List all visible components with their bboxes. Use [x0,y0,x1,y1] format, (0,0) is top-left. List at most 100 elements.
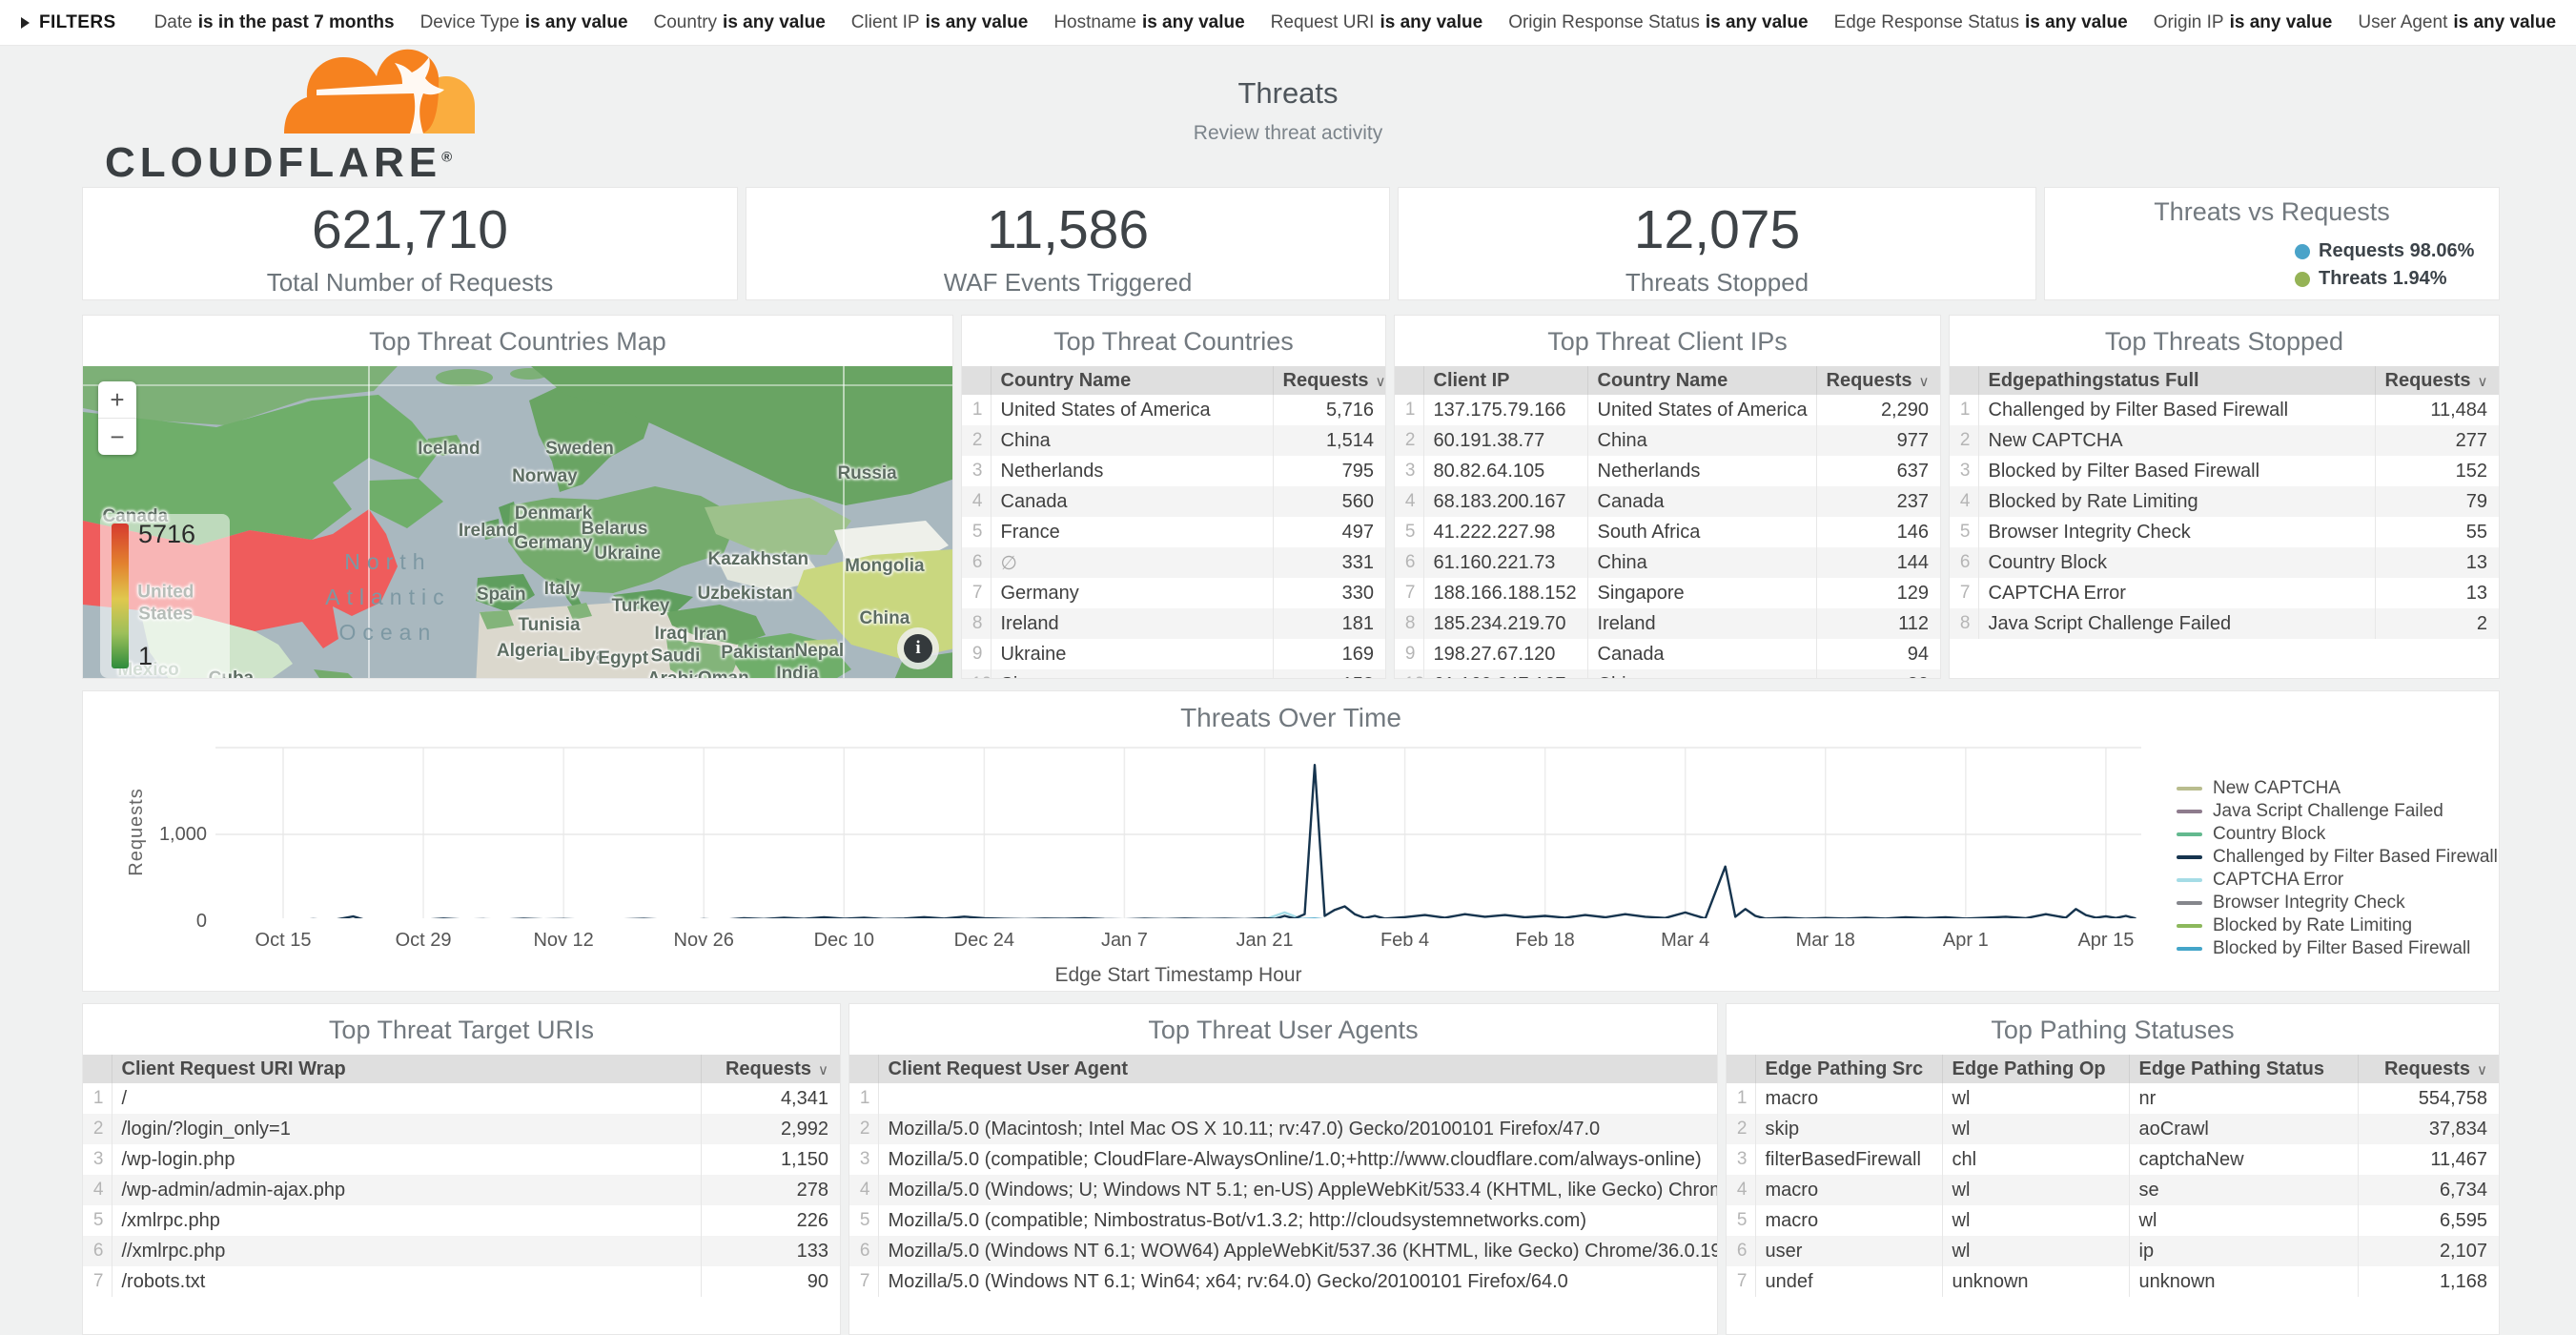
chart-legend-item[interactable]: Blocked by Rate Limiting [2177,914,2498,937]
legend-item-threats[interactable]: Threats 1.94% [2295,265,2499,293]
table-row[interactable]: 7undefunknownunknown1,168 [1727,1266,2500,1297]
table-row[interactable]: 1 [849,1083,1718,1114]
line-chart-plot[interactable] [215,745,2141,918]
table-row[interactable]: 3Blocked by Filter Based Firewall152 [1950,456,2500,486]
legend-min: 1 [138,642,153,671]
threats-dot-icon [2295,272,2310,287]
table-row[interactable]: 380.82.64.105Netherlands637 [1395,456,1941,486]
table-row[interactable]: 1061.160.247.127China82 [1395,669,1941,679]
filter-item[interactable]: Request URIis any value [1271,12,1483,33]
filter-item[interactable]: Origin IPis any value [2154,12,2333,33]
table-row[interactable]: 5Mozilla/5.0 (compatible; Nimbostratus-B… [849,1205,1718,1236]
map-info-button[interactable]: i [897,627,939,669]
chart-legend-item[interactable]: Blocked by Filter Based Firewall [2177,937,2498,960]
table-row[interactable]: 3Netherlands795 [962,456,1386,486]
table-row[interactable]: 5macrowlwl6,595 [1727,1205,2500,1236]
chart-legend-item[interactable]: Browser Integrity Check [2177,892,2498,914]
column-header[interactable]: Edge Pathing Status [2129,1055,2358,1083]
chart-legend-item[interactable]: CAPTCHA Error [2177,869,2498,892]
table-row[interactable]: 541.222.227.98South Africa146 [1395,517,1941,547]
column-header[interactable]: Edge Pathing Op [1942,1055,2129,1083]
table-row[interactable]: 3filterBasedFirewallchlcaptchaNew11,467 [1727,1144,2500,1175]
stat-tile-waf-events[interactable]: 11,586 WAF Events Triggered [746,187,1390,300]
table-row[interactable]: 7/robots.txt90 [83,1266,841,1297]
table-row[interactable]: 5France497 [962,517,1386,547]
table-row[interactable]: 9198.27.67.120Canada94 [1395,639,1941,669]
table-row[interactable]: 7Germany330 [962,578,1386,608]
zoom-in-button[interactable]: + [98,381,136,418]
table-row[interactable]: 8Java Script Challenge Failed2 [1950,608,2500,639]
filters-toggle[interactable]: FILTERS [21,12,116,33]
table-row[interactable]: 4Blocked by Rate Limiting79 [1950,486,2500,517]
filter-item[interactable]: Client IPis any value [851,12,1029,33]
world-map[interactable]: CanadaUnited StatesMexicoCubaIcelandIrel… [83,366,953,679]
table-row[interactable]: 6Mozilla/5.0 (Windows NT 6.1; WOW64) App… [849,1236,1718,1266]
filter-item[interactable]: Hostnameis any value [1053,12,1244,33]
legend-line-icon [2177,947,2202,951]
filter-item[interactable]: Device Typeis any value [420,12,628,33]
table-row[interactable]: 7188.166.188.152Singapore129 [1395,578,1941,608]
chart-legend-item[interactable]: Java Script Challenge Failed [2177,800,2498,823]
table-row[interactable]: 2Mozilla/5.0 (Macintosh; Intel Mac OS X … [849,1114,1718,1144]
column-header[interactable]: Client Request User Agent [878,1055,1718,1083]
table-row[interactable]: 6∅331 [962,547,1386,578]
table-row[interactable]: 1Challenged by Filter Based Firewall11,4… [1950,395,2500,425]
table-row[interactable]: 8185.234.219.70Ireland112 [1395,608,1941,639]
table-row[interactable]: 6//xmlrpc.php133 [83,1236,841,1266]
table-row[interactable]: 3/wp-login.php1,150 [83,1144,841,1175]
column-header[interactable]: Client Request URI Wrap [112,1055,701,1083]
table-row[interactable]: 1/4,341 [83,1083,841,1114]
legend-item-requests[interactable]: Requests 98.06% [2295,237,2499,265]
table-row[interactable]: 6userwlip2,107 [1727,1236,2500,1266]
table-row[interactable]: 1United States of America5,716 [962,395,1386,425]
sort-desc-icon: ∨ [2477,1062,2487,1078]
column-header[interactable]: Requests∨ [2358,1055,2500,1083]
top-threat-target-uris-table: Client Request URI WrapRequests∨1/4,3412… [83,1055,840,1297]
sort-desc-icon: ∨ [1376,374,1386,390]
filter-item[interactable]: Dateis in the past 7 months [154,12,395,33]
table-row[interactable]: 1137.175.79.166United States of America2… [1395,395,1941,425]
column-header[interactable]: Requests∨ [1816,366,1941,395]
stat-tile-threats-stopped[interactable]: 12,075 Threats Stopped [1398,187,2036,300]
filter-item[interactable]: User Agentis any value [2358,12,2556,33]
chart-legend-item[interactable]: Country Block [2177,823,2498,846]
table-row[interactable]: 4macrowlse6,734 [1727,1175,2500,1205]
table-row[interactable]: 4/wp-admin/admin-ajax.php278 [83,1175,841,1205]
table-row[interactable]: 5/xmlrpc.php226 [83,1205,841,1236]
table-row[interactable]: 5Browser Integrity Check55 [1950,517,2500,547]
table-row[interactable]: 6Country Block13 [1950,547,2500,578]
filter-item[interactable]: Origin Response Statusis any value [1508,12,1808,33]
table-row[interactable]: 8Ireland181 [962,608,1386,639]
column-header[interactable]: Requests∨ [2375,366,2500,395]
zoom-out-button[interactable]: − [98,418,136,455]
column-header[interactable]: Edgepathingstatus Full [1978,366,2375,395]
filter-item[interactable]: Countryis any value [654,12,826,33]
x-tick-label: Nov 26 [646,930,761,952]
table-row[interactable]: 260.191.38.77China977 [1395,425,1941,456]
table-row[interactable]: 1macrowlnr554,758 [1727,1083,2500,1114]
table-row[interactable]: 4Mozilla/5.0 (Windows; U; Windows NT 5.1… [849,1175,1718,1205]
table-row[interactable]: 10Singapore158 [962,669,1386,679]
column-header[interactable]: Country Name [1587,366,1816,395]
tile-title: Top Threat Target URIs [83,1004,840,1055]
table-row[interactable]: 3Mozilla/5.0 (compatible; CloudFlare-Alw… [849,1144,1718,1175]
column-header[interactable]: Client IP [1423,366,1587,395]
table-row[interactable]: 661.160.221.73China144 [1395,547,1941,578]
table-row[interactable]: 7CAPTCHA Error13 [1950,578,2500,608]
table-row[interactable]: 4Canada560 [962,486,1386,517]
table-row[interactable]: 7Mozilla/5.0 (Windows NT 6.1; Win64; x64… [849,1266,1718,1297]
column-header[interactable]: Requests∨ [1273,366,1386,395]
table-row[interactable]: 9Ukraine169 [962,639,1386,669]
chart-legend-item[interactable]: New CAPTCHA [2177,777,2498,800]
table-row[interactable]: 2New CAPTCHA277 [1950,425,2500,456]
chart-legend-item[interactable]: Challenged by Filter Based Firewall [2177,846,2498,869]
table-row[interactable]: 2skipwlaoCrawl37,834 [1727,1114,2500,1144]
table-row[interactable]: 2/login/?login_only=12,992 [83,1114,841,1144]
column-header[interactable]: Country Name [991,366,1273,395]
column-header[interactable]: Edge Pathing Src [1755,1055,1942,1083]
filter-item[interactable]: Edge Response Statusis any value [1834,12,2128,33]
table-row[interactable]: 468.183.200.167Canada237 [1395,486,1941,517]
table-row[interactable]: 2China1,514 [962,425,1386,456]
column-header[interactable]: Requests∨ [701,1055,841,1083]
stat-tile-total-requests[interactable]: 621,710 Total Number of Requests [82,187,738,300]
